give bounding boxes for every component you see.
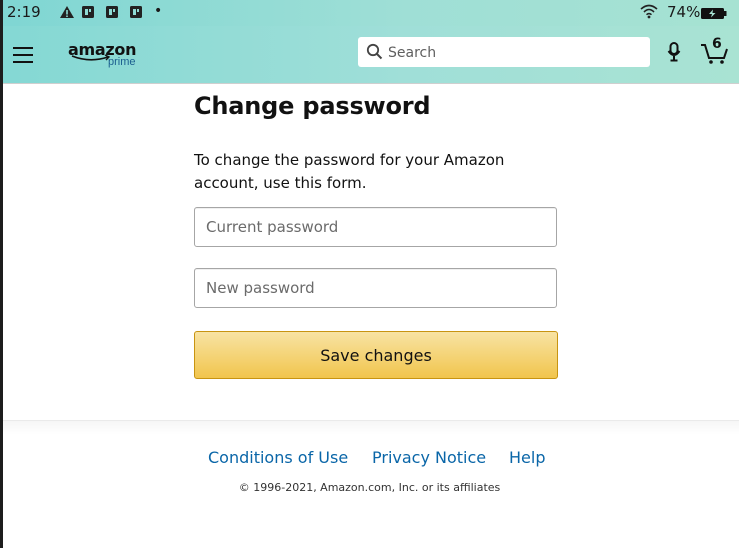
save-changes-button[interactable]: Save changes	[194, 331, 558, 379]
wifi-icon	[640, 4, 658, 19]
new-password-field[interactable]	[194, 268, 557, 308]
conditions-of-use-link[interactable]: Conditions of Use	[208, 448, 348, 467]
privacy-notice-link[interactable]: Privacy Notice	[372, 448, 486, 467]
form-description: To change the password for your Amazon a…	[194, 151, 505, 192]
footer-divider	[3, 420, 739, 435]
menu-icon[interactable]	[13, 47, 33, 63]
page-title: Change password	[194, 92, 431, 120]
left-edge-bar	[0, 0, 3, 548]
search-input[interactable]	[386, 37, 645, 69]
battery-charging-icon	[701, 8, 727, 19]
amazon-prime-logo[interactable]: amazon prime	[68, 38, 148, 70]
notification-icon	[130, 6, 142, 18]
status-bar: 2:19 • 74%	[0, 0, 739, 26]
battery-percent: 74%	[667, 3, 701, 21]
logo-prime-label: prime	[108, 56, 136, 68]
notification-icon	[82, 6, 94, 18]
current-password-field[interactable]	[194, 207, 557, 247]
status-time: 2:19	[7, 3, 41, 21]
footer-links: Conditions of Use Privacy Notice Help	[0, 448, 739, 470]
top-navbar: amazon prime 6	[0, 26, 739, 84]
help-link[interactable]: Help	[509, 448, 545, 467]
status-dot: •	[154, 3, 163, 19]
copyright-text: © 1996-2021, Amazon.com, Inc. or its aff…	[238, 481, 501, 494]
notification-icon	[106, 6, 118, 18]
cart-button[interactable]: 6	[700, 36, 730, 68]
warning-icon	[60, 6, 74, 18]
search-box[interactable]	[358, 37, 650, 69]
search-icon	[366, 43, 383, 60]
cart-count-badge: 6	[712, 36, 722, 52]
microphone-icon[interactable]	[667, 42, 681, 62]
